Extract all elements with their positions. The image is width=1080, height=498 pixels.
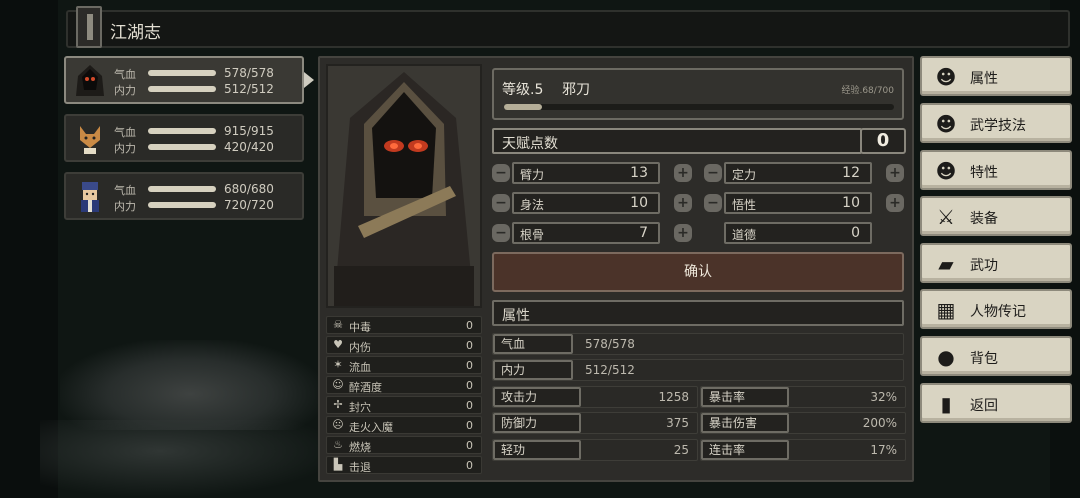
menu-equipment-button[interactable]: ⚔ 装备: [920, 196, 1072, 236]
class-name: 邪刀: [562, 82, 590, 98]
page-title: 江湖志: [110, 23, 161, 43]
menu-traits-button[interactable]: ☻ 特性: [920, 150, 1072, 190]
character-skills-icon: ☻: [935, 112, 957, 136]
fox-companion-avatar: [80, 126, 100, 154]
status-item: ☠ 中毒 0: [326, 316, 482, 334]
status-item: ☹ 走火入魔 0: [326, 416, 482, 434]
decrease-constitution-button[interactable]: −: [492, 224, 510, 242]
menu-return-button[interactable]: ▮ 返回: [920, 383, 1072, 423]
broken-heart-icon: ♥: [333, 338, 343, 351]
menu-martial-techniques-button[interactable]: ☻ 武学技法: [920, 103, 1072, 143]
stat-insight: 悟性 10: [724, 192, 872, 214]
title-bar: [66, 10, 1070, 48]
talent-points-label: 天赋点数: [502, 136, 558, 152]
flame-icon: ♨: [333, 438, 343, 451]
status-item: ✢ 封穴 0: [326, 396, 482, 414]
decrease-agility-button[interactable]: −: [492, 194, 510, 212]
exp-bar-fill: [504, 104, 542, 110]
stat-strength: 臂力 13: [512, 162, 660, 184]
increase-focus-button[interactable]: +: [886, 164, 904, 182]
increase-insight-button[interactable]: +: [886, 194, 904, 212]
increase-constitution-button[interactable]: +: [674, 224, 692, 242]
attribute-hp-row: 气血 578/578: [492, 333, 904, 355]
stat-focus: 定力 12: [724, 162, 872, 184]
increase-agility-button[interactable]: +: [674, 194, 692, 212]
menu-biography-button[interactable]: ▦ 人物传记: [920, 289, 1072, 329]
talent-points-value: 0: [860, 128, 906, 154]
door-icon: ▮: [940, 392, 952, 416]
status-item: ✶ 流血 0: [326, 356, 482, 374]
sword-icon: ⚔: [937, 205, 955, 229]
crit-rate-stat: 暴击率 32%: [700, 386, 906, 408]
knockback-boot-icon: ▙: [333, 458, 343, 471]
decrease-insight-button[interactable]: −: [704, 194, 722, 212]
drunk-face-icon: ☺: [332, 378, 344, 391]
blood-splatter-icon: ✶: [333, 358, 343, 371]
hooded-swordsman-avatar: [76, 65, 104, 96]
menu-martial-arts-button[interactable]: ▰ 武功: [920, 243, 1072, 283]
attribute-mp-row: 内力 512/512: [492, 359, 904, 381]
level-box: 等级.5 邪刀 经验.68/700: [492, 68, 904, 120]
stat-morality: 道德 0: [724, 222, 872, 244]
talent-points-box: 天赋点数: [492, 128, 862, 154]
party-member-3[interactable]: 气血 680/680 内力 720/720: [64, 172, 304, 220]
party-member-2[interactable]: 气血 915/915 内力 420/420: [64, 114, 304, 162]
confirm-button[interactable]: 确认: [492, 252, 904, 292]
decrease-focus-button[interactable]: −: [704, 164, 722, 182]
character-trait-icon: ☻: [935, 159, 957, 183]
status-item: ▙ 击退 0: [326, 456, 482, 474]
stat-agility: 身法 10: [512, 192, 660, 214]
character-icon: ☻: [935, 65, 957, 89]
crit-damage-stat: 暴击伤害 200%: [700, 412, 906, 434]
stat-constitution: 根骨 7: [512, 222, 660, 244]
combo-rate-stat: 连击率 17%: [700, 439, 906, 461]
attributes-header: 属性: [492, 300, 904, 326]
exp-text: 经验.68/700: [841, 86, 894, 96]
level-label: 等级.5: [502, 82, 544, 98]
menu-attributes-button[interactable]: ☻ 属性: [920, 56, 1072, 96]
exp-bar: [504, 104, 894, 110]
selected-arrow-icon: [304, 72, 314, 88]
increase-strength-button[interactable]: +: [674, 164, 692, 182]
attack-stat: 攻击力 1258: [492, 386, 698, 408]
qinggong-stat: 轻功 25: [492, 439, 698, 461]
status-item: ♥ 内伤 0: [326, 336, 482, 354]
menu-bag-button[interactable]: ● 背包: [920, 336, 1072, 376]
biography-book-icon: ▦: [936, 298, 956, 322]
decrease-strength-button[interactable]: −: [492, 164, 510, 182]
hooded-figure-image: [328, 66, 480, 306]
status-item: ♨ 燃烧 0: [326, 436, 482, 454]
fog-cloud: [60, 340, 320, 430]
status-item: ☺ 醉酒度 0: [326, 376, 482, 394]
character-portrait: [326, 64, 482, 308]
scholar-companion-avatar: [81, 182, 99, 212]
scroll-book-icon: ▰: [938, 252, 954, 276]
journal-book-icon: [76, 6, 102, 48]
party-member-1[interactable]: 气血 578/578 内力 512/512: [64, 56, 304, 104]
fog-cloud-lower: [40, 420, 340, 498]
acupoint-seal-icon: ✢: [333, 398, 343, 411]
skull-icon: ☠: [333, 318, 343, 331]
bag-icon: ●: [937, 345, 955, 369]
defense-stat: 防御力 375: [492, 412, 698, 434]
demon-face-icon: ☹: [332, 418, 344, 431]
